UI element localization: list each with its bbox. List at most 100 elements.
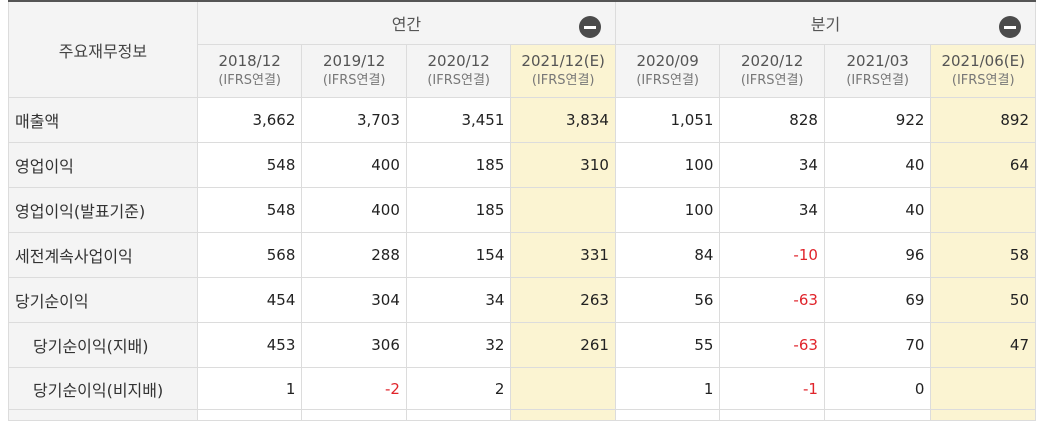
period-header: 2020/12 (IFRS연결) xyxy=(719,44,825,98)
table-cell: 548 xyxy=(196,142,303,188)
period-date: 2019/12 xyxy=(322,52,386,70)
period-header: 2021/03 (IFRS연결) xyxy=(823,44,932,98)
table-cell: 310 xyxy=(510,142,616,188)
row-label: 영업이익(발표기준) xyxy=(8,187,198,233)
period-basis: (IFRS연결) xyxy=(740,73,804,88)
table-cell: 288 xyxy=(301,232,407,278)
period-basis: (IFRS연결) xyxy=(218,73,281,88)
row-label: 세전계속사업이익 xyxy=(8,232,198,278)
period-date: 2020/12 xyxy=(741,52,804,70)
table-cell: 154 xyxy=(405,232,512,278)
table-cell: 50 xyxy=(930,277,1036,323)
table-row: 영업이익 548 400 185 310 100 34 40 64 xyxy=(8,142,1036,188)
table-row: 당기순이익 454 304 34 263 56 -63 69 50 xyxy=(8,277,1036,323)
table-cell: 1 xyxy=(614,367,721,410)
table-row: 세전계속사업이익 568 288 154 331 84 -10 96 58 xyxy=(8,232,1036,278)
table-row: 영업이익(발표기준) 548 400 185 100 34 40 xyxy=(8,187,1036,233)
table-cell: 400 xyxy=(301,142,407,188)
table-cell xyxy=(930,187,1036,233)
quarterly-label: 분기 xyxy=(810,15,841,34)
table-cell xyxy=(8,409,198,421)
table-cell: 64 xyxy=(930,142,1036,188)
table-cell xyxy=(930,367,1036,410)
period-header: 2018/12 (IFRS연결) xyxy=(196,44,303,98)
table-cell: 1 xyxy=(196,367,303,410)
table-cell: 568 xyxy=(196,232,303,278)
table-cell: 58 xyxy=(930,232,1036,278)
period-basis: (IFRS연결) xyxy=(636,73,699,88)
table-cell: 47 xyxy=(930,322,1036,368)
table-cell: 453 xyxy=(196,322,303,368)
period-date: 2020/09 xyxy=(636,52,699,70)
period-date: 2018/12 xyxy=(218,52,281,70)
table-cell xyxy=(405,409,512,421)
table-row: 당기순이익(비지배) 1 -2 2 1 -1 0 xyxy=(8,367,1036,410)
table-cell: 3,703 xyxy=(301,97,407,143)
table-cell: 922 xyxy=(823,97,932,143)
table-cell xyxy=(719,409,825,421)
period-basis: (IFRS연결) xyxy=(322,73,386,88)
table-cell: -2 xyxy=(301,367,407,410)
table-cell: 331 xyxy=(510,232,616,278)
table-cell: 1,051 xyxy=(614,97,721,143)
table-cell: 40 xyxy=(823,142,932,188)
quarterly-group-header: 분기 xyxy=(614,0,1037,45)
table-cell: 185 xyxy=(405,187,512,233)
table-cell: 70 xyxy=(823,322,932,368)
table-cell: 304 xyxy=(301,277,407,323)
table-cell: 2 xyxy=(405,367,512,410)
table-cell: 306 xyxy=(301,322,407,368)
row-label: 당기순이익(지배) xyxy=(8,322,198,368)
period-date: 2021/12(E) xyxy=(521,52,605,70)
table-cell: 96 xyxy=(823,232,932,278)
period-basis: (IFRS연결) xyxy=(427,73,490,88)
table-cell: 34 xyxy=(405,277,512,323)
corner-header: 주요재무정보 xyxy=(8,0,198,98)
minus-circle-icon[interactable] xyxy=(578,16,601,38)
table-cell: 185 xyxy=(405,142,512,188)
table-row: 당기순이익(지배) 453 306 32 261 55 -63 70 47 xyxy=(8,322,1036,368)
table-cell: 100 xyxy=(614,187,721,233)
row-label: 당기순이익(비지배) xyxy=(8,367,198,410)
table-cell: 69 xyxy=(823,277,932,323)
table-cell: 3,451 xyxy=(405,97,512,143)
table-cell xyxy=(301,409,407,421)
period-basis: (IFRS연결) xyxy=(531,73,595,88)
table-cell xyxy=(823,409,932,421)
table-cell: 34 xyxy=(719,142,825,188)
table-cell xyxy=(510,187,616,233)
table-cell xyxy=(510,367,616,410)
annual-group-header: 연간 xyxy=(196,0,616,45)
table-cell xyxy=(196,409,303,421)
table-cell: 3,662 xyxy=(196,97,303,143)
table-cell: 40 xyxy=(823,187,932,233)
table-cell: 32 xyxy=(405,322,512,368)
row-label: 영업이익 xyxy=(8,142,198,188)
period-date: 2021/03 xyxy=(846,52,909,70)
table-cell xyxy=(614,409,721,421)
period-header: 2021/12(E) (IFRS연결) xyxy=(510,44,616,98)
period-header: 2019/12 (IFRS연결) xyxy=(301,44,407,98)
period-basis: (IFRS연결) xyxy=(846,73,909,88)
table-cell: -1 xyxy=(719,367,825,410)
table-cell: 56 xyxy=(614,277,721,323)
annual-label: 연간 xyxy=(391,15,422,34)
table-cell: 548 xyxy=(196,187,303,233)
table-cell: 100 xyxy=(614,142,721,188)
table-cell: -63 xyxy=(719,322,825,368)
table-cell: -63 xyxy=(719,277,825,323)
table-body: 매출액 3,662 3,703 3,451 3,834 1,051 828 922 892 영업이… xyxy=(8,97,1036,421)
table-row xyxy=(8,409,1036,421)
table-cell xyxy=(510,409,616,421)
period-date: 2021/06(E) xyxy=(941,52,1025,70)
period-header: 2021/06(E) (IFRS연결) xyxy=(930,44,1036,98)
period-date: 2020/12 xyxy=(427,52,490,70)
table-cell: 261 xyxy=(510,322,616,368)
table-cell: 454 xyxy=(196,277,303,323)
table-cell: 55 xyxy=(614,322,721,368)
table-cell: 892 xyxy=(930,97,1036,143)
minus-circle-icon[interactable] xyxy=(999,16,1021,38)
table-cell: 263 xyxy=(510,277,616,323)
table-cell: 3,834 xyxy=(510,97,616,143)
table-cell: -10 xyxy=(719,232,825,278)
